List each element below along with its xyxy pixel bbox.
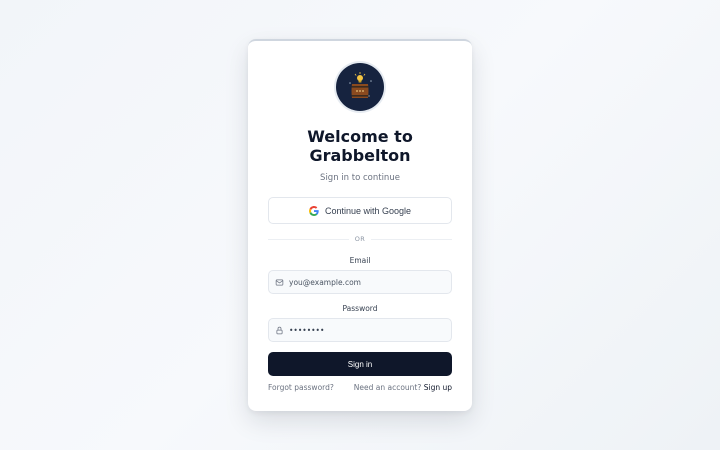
barrel-icon [349, 72, 372, 98]
signin-card: Welcome to Grabbelton Sign in to continu… [248, 39, 472, 411]
or-divider: OR [268, 235, 453, 243]
page-subtitle: Sign in to continue [320, 173, 400, 183]
sign-up-link[interactable]: Sign up [424, 383, 452, 392]
divider-text: OR [354, 235, 366, 243]
password-field-wrapper[interactable] [268, 318, 452, 342]
need-account-text: Need an account? [353, 383, 422, 392]
continue-with-google-button[interactable]: Continue with Google [268, 197, 452, 224]
email-field-wrapper[interactable] [268, 270, 452, 294]
password-input[interactable] [289, 325, 439, 335]
card-footer: Forgot password? Need an account? Sign u… [268, 383, 452, 392]
lock-icon [276, 326, 283, 334]
email-label: Email [349, 256, 371, 265]
password-label: Password [342, 304, 378, 313]
brand-logo [336, 63, 384, 111]
google-icon [308, 205, 319, 216]
divider-line-left [268, 238, 349, 240]
signup-prompt: Need an account? Sign up [354, 383, 452, 392]
mail-icon [275, 279, 284, 285]
google-button-label: Continue with Google [324, 205, 412, 216]
page-title: Welcome to Grabbelton [307, 127, 413, 165]
forgot-password-link[interactable]: Forgot password? [268, 383, 334, 392]
divider-line-right [371, 238, 453, 240]
sign-in-label: Sign in [347, 359, 373, 369]
email-input[interactable] [289, 277, 439, 287]
sign-in-button[interactable]: Sign in [268, 352, 452, 376]
